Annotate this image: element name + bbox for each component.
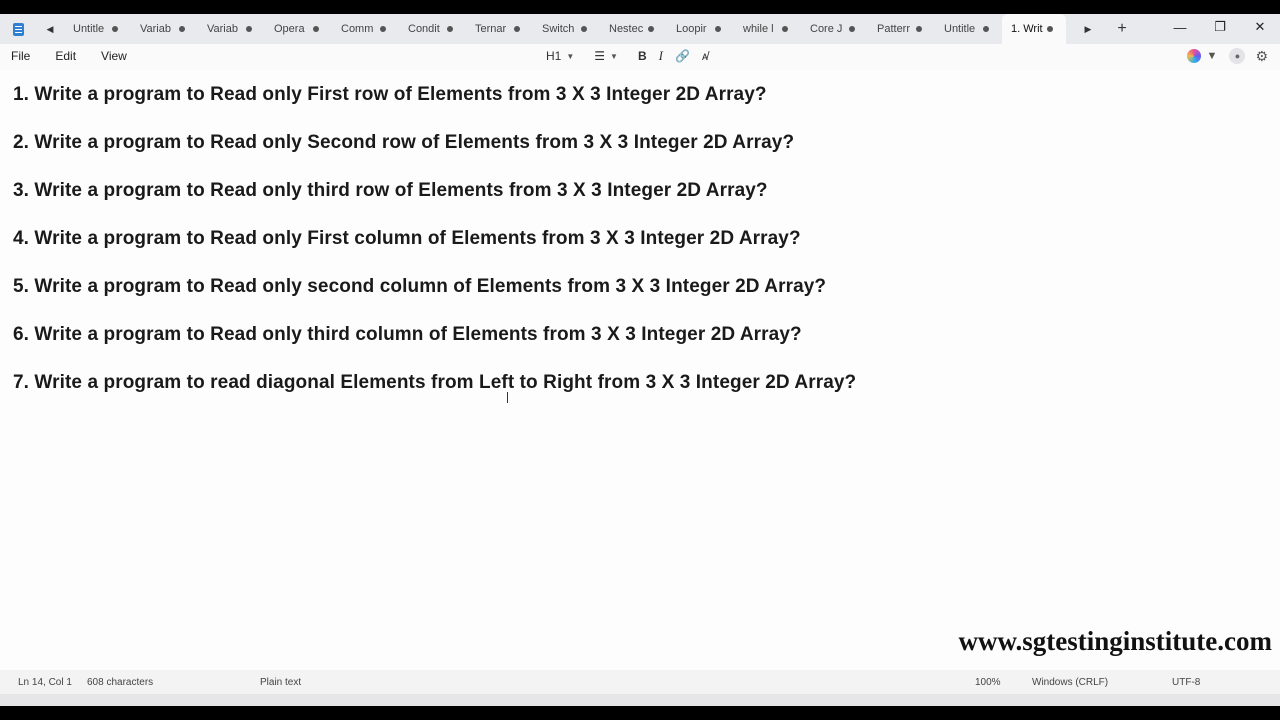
tab-9[interactable]: Nestec [600,14,667,44]
close-button[interactable]: ✕ [1240,14,1280,40]
unsaved-dot-icon[interactable] [112,26,118,32]
text-line: 4. Write a program to Read only First co… [13,228,801,249]
status-bar: Ln 14, Col 1 608 characters Plain text 1… [0,670,1280,694]
tab-label: Patterr [877,23,911,35]
clear-formatting-icon[interactable]: ᴀ̸ [702,44,708,68]
copilot-icon[interactable] [1186,49,1201,63]
text-cursor-icon [507,392,510,403]
unsaved-dot-icon[interactable] [514,26,520,32]
scroll-tabs-right-button[interactable]: ▶ [1074,14,1102,44]
tab-13[interactable]: Patterr [868,14,935,44]
text-line: 2. Write a program to Read only Second r… [13,132,795,153]
list-dropdown[interactable]: ☰ ▼ [594,44,618,68]
chevron-down-icon: ▼ [610,51,618,61]
unsaved-dot-icon[interactable] [983,26,989,32]
tab-label: Switch [542,23,575,35]
unsaved-dot-icon[interactable] [648,26,654,32]
unsaved-dot-icon[interactable] [916,26,922,32]
unsaved-dot-icon[interactable] [380,26,386,32]
list-icon: ☰ [594,49,606,63]
notepad-app-icon [0,14,36,44]
link-icon[interactable]: 🔗 [675,44,690,68]
character-count: 608 characters [87,677,154,688]
unsaved-dot-icon[interactable] [1047,26,1053,32]
tab-4[interactable]: Opera [265,14,332,44]
tab-label: Condit [408,23,440,35]
tab-list: Untitle Variab Variab Opera Comm Condit … [64,14,1066,44]
taskbar-strip [0,694,1280,706]
tab-1[interactable]: Untitle [64,14,131,44]
text-editor[interactable]: 1. Write a program to Read only First ro… [0,70,1280,670]
tab-label: 1. Writ [1011,23,1043,35]
text-line: 3. Write a program to Read only third ro… [13,180,768,201]
text-line: 7. Write a program to read diagonal Elem… [13,372,857,393]
account-icon[interactable]: ● [1229,48,1246,64]
heading-label: H1 [546,49,562,63]
tab-bar: ◀ Untitle Variab Variab Opera Comm Condi… [0,14,1280,44]
tab-label: Loopir [676,23,707,35]
tab-2[interactable]: Variab [131,14,198,44]
unsaved-dot-icon[interactable] [849,26,855,32]
bold-button[interactable]: B [638,44,647,68]
heading-dropdown[interactable]: H1 ▼ [546,44,574,68]
unsaved-dot-icon[interactable] [246,26,252,32]
text-line: 5. Write a program to Read only second c… [13,276,827,297]
notepad-window: ◀ Untitle Variab Variab Opera Comm Condi… [0,14,1280,706]
tab-12[interactable]: Core J [801,14,868,44]
line-ending[interactable]: Windows (CRLF) [1032,677,1108,688]
encoding[interactable]: UTF-8 [1172,677,1200,688]
text-format[interactable]: Plain text [260,677,301,688]
menu-bar: File Edit View H1 ▼ ☰ ▼ B I 🔗 ᴀ̸ ▼ ● ⚙ [0,44,1280,68]
tab-label: Untitle [944,23,976,35]
scroll-tabs-left-button[interactable]: ◀ [36,14,64,44]
right-toolbar: ▼ ● ⚙ [1186,44,1272,68]
unsaved-dot-icon[interactable] [447,26,453,32]
unsaved-dot-icon[interactable] [715,26,721,32]
chevron-down-icon[interactable]: ▼ [1207,50,1218,62]
cursor-position: Ln 14, Col 1 [18,677,72,688]
tab-10[interactable]: Loopir [667,14,734,44]
add-tab-button[interactable]: + [1102,14,1142,44]
tab-11[interactable]: while l [734,14,801,44]
tab-label: Variab [140,23,171,35]
window-controls: — ❐ ✕ [1160,14,1280,44]
italic-button[interactable]: I [659,44,663,68]
tab-label: while l [743,23,774,35]
tab-14[interactable]: Untitle [935,14,1002,44]
unsaved-dot-icon[interactable] [313,26,319,32]
text-line: 6. Write a program to Read only third co… [13,324,802,345]
tab-label: Ternar [475,23,507,35]
tab-8[interactable]: Switch [533,14,600,44]
menu-edit[interactable]: Edit [55,49,76,63]
restore-button[interactable]: ❐ [1200,14,1240,40]
website-watermark: www.sgtestinginstitute.com [958,626,1272,656]
unsaved-dot-icon[interactable] [581,26,587,32]
zoom-level[interactable]: 100% [975,677,1001,688]
tab-label: Opera [274,23,305,35]
tab-3[interactable]: Variab [198,14,265,44]
chevron-down-icon: ▼ [566,51,575,61]
settings-gear-icon[interactable]: ⚙ [1255,48,1268,65]
format-toolbar: H1 ▼ ☰ ▼ B I 🔗 ᴀ̸ [546,44,720,68]
menu-view[interactable]: View [101,49,127,63]
tab-label: Nestec [609,23,644,35]
tab-label: Variab [207,23,238,35]
tab-active[interactable]: 1. Writ [1002,14,1066,44]
tab-7[interactable]: Ternar [466,14,533,44]
menu-file[interactable]: File [11,49,30,63]
tab-label: Comm [341,23,374,35]
tab-label: Untitle [73,23,105,35]
minimize-button[interactable]: — [1160,14,1200,40]
tab-5[interactable]: Comm [332,14,399,44]
tab-label: Core J [810,23,843,35]
tab-6[interactable]: Condit [399,14,466,44]
unsaved-dot-icon[interactable] [179,26,185,32]
text-line: 1. Write a program to Read only First ro… [13,84,767,105]
unsaved-dot-icon[interactable] [782,26,788,32]
